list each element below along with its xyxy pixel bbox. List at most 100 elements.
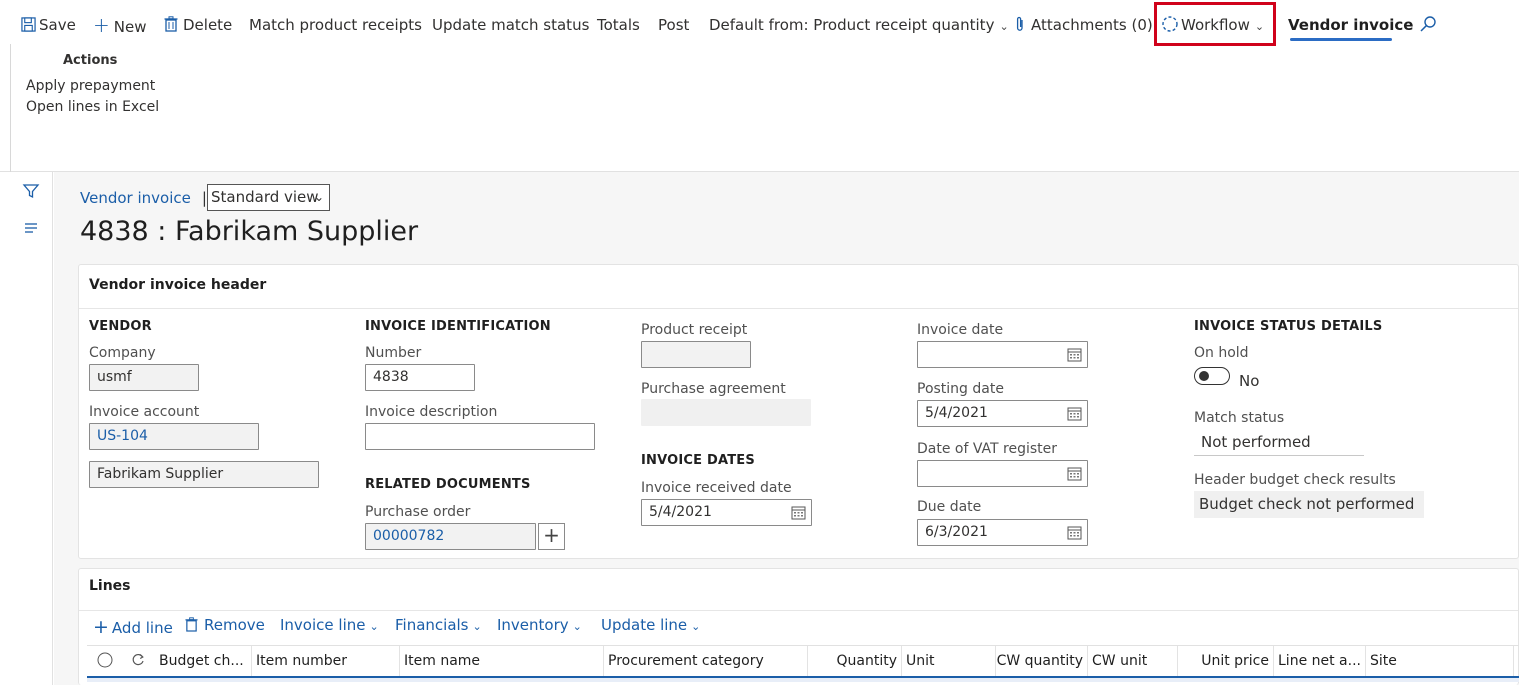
attachments-button[interactable]: Attachments (0) [1015,2,1153,48]
calendar-icon[interactable] [1067,347,1082,362]
page-title: 4838 : Fabrikam Supplier [80,216,419,247]
invoice-account-value[interactable]: US-104 [97,428,148,444]
on-hold-toggle[interactable] [1194,367,1230,385]
invoice-line-label: Invoice line [280,616,366,634]
default-from-dropdown[interactable]: Default from: Product receipt quantity ⌄ [709,2,1009,48]
due-date-field[interactable]: 6/3/2021 [917,519,1088,546]
calendar-icon[interactable] [1067,525,1082,540]
invoice-received-date-field[interactable]: 5/4/2021 [641,499,812,526]
column-unit[interactable]: Unit [902,646,996,677]
add-purchase-order-button[interactable]: + [538,523,565,550]
chevron-down-icon: ⌄ [999,20,1009,33]
column-cw-quantity[interactable]: CW quantity [996,646,1088,677]
actions-group-title: Actions [63,53,118,68]
chevron-down-icon: ⌄ [313,190,324,204]
delete-button[interactable]: Delete [164,2,232,48]
inventory-menu[interactable]: Inventory ⌄ [497,616,582,634]
column-quantity[interactable]: Quantity [808,646,902,677]
add-line-label: Add line [111,619,173,637]
vat-register-date-field[interactable] [917,460,1088,487]
save-icon [21,17,36,32]
header-budget-check-label: Header budget check results [1194,472,1396,488]
view-selector[interactable]: Standard view ⌄ [207,184,330,211]
add-line-button[interactable]: + Add line [93,616,173,638]
left-rail [10,172,53,685]
column-site[interactable]: Site [1366,646,1514,677]
column-unit-price[interactable]: Unit price [1178,646,1274,677]
totals-button[interactable]: Totals [597,2,640,48]
tab-vendor-invoice[interactable]: Vendor invoice [1288,2,1413,48]
remove-button[interactable]: Remove [185,616,265,634]
number-label: Number [365,345,422,361]
page-area: Vendor invoice | Standard view ⌄ 4838 : Fa… [54,172,1519,685]
post-button[interactable]: Post [658,2,689,48]
invoice-description-field[interactable] [365,423,595,450]
purchase-order-value[interactable]: 00000782 [373,528,444,544]
invoice-line-menu[interactable]: Invoice line ⌄ [280,616,379,634]
purchase-order-field[interactable]: 00000782 [365,523,536,550]
invoice-identification-title: INVOICE IDENTIFICATION [365,319,551,334]
plus-icon: + [93,616,109,638]
due-date-value: 6/3/2021 [925,524,988,540]
posting-date-field[interactable]: 5/4/2021 [917,400,1088,427]
card-divider [79,610,1518,611]
workflow-highlight [1154,2,1276,46]
purchase-agreement-field[interactable] [641,399,811,426]
match-product-receipts-button[interactable]: Match product receipts [249,2,422,48]
invoice-account-field[interactable]: US-104 [89,423,259,450]
inventory-label: Inventory [497,616,569,634]
calendar-icon[interactable] [791,505,806,520]
column-budget-check[interactable]: Budget ch... [155,646,252,677]
trash-icon [164,16,178,32]
paperclip-icon [1016,16,1023,31]
invoice-description-label: Invoice description [365,404,498,420]
lines-card-title[interactable]: Lines [89,578,131,594]
column-cw-unit[interactable]: CW unit [1088,646,1178,677]
new-button[interactable]: + New [93,2,146,48]
purchase-order-label: Purchase order [365,504,471,520]
invoice-status-details-title: INVOICE STATUS DETAILS [1194,319,1383,334]
column-procurement-category[interactable]: Procurement category [604,646,808,677]
vendor-section-title: VENDOR [89,319,152,334]
product-receipt-field[interactable] [641,341,751,368]
plus-icon: + [93,13,110,37]
open-lines-in-excel-button[interactable]: Open lines in Excel [26,97,159,118]
calendar-icon[interactable] [1067,466,1082,481]
column-item-number[interactable]: Item number [252,646,400,677]
apply-prepayment-button[interactable]: Apply prepayment [26,76,159,97]
number-field[interactable]: 4838 [365,364,475,391]
breadcrumb: Vendor invoice | [80,186,216,210]
company-field[interactable]: usmf [89,364,199,391]
search-icon[interactable] [1418,14,1438,34]
chevron-down-icon: ⌄ [472,620,482,633]
company-value: usmf [97,369,132,385]
financials-menu[interactable]: Financials ⌄ [395,616,482,634]
save-button[interactable]: Save [21,2,76,48]
match-status-value: Not performed [1194,429,1364,456]
invoice-account-label: Invoice account [89,404,200,420]
invoice-date-label: Invoice date [917,322,1004,338]
on-hold-value: No [1239,372,1260,390]
refresh-icon [132,653,144,666]
column-item-name[interactable]: Item name [400,646,604,677]
update-match-status-button[interactable]: Update match status [432,2,589,48]
column-line-net-amount[interactable]: Line net a... [1274,646,1366,677]
related-documents-title: RELATED DOCUMENTS [365,477,531,492]
breadcrumb-vendor-invoice-link[interactable]: Vendor invoice [80,189,191,207]
delete-label: Delete [183,16,233,34]
list-icon[interactable] [22,219,40,237]
invoice-date-field[interactable] [917,341,1088,368]
refresh-column[interactable] [121,646,155,677]
filter-icon[interactable] [22,182,40,200]
posting-date-value: 5/4/2021 [925,405,988,421]
on-hold-label: On hold [1194,345,1249,361]
header-card-title[interactable]: Vendor invoice header [89,277,266,293]
vendor-name-value: Fabrikam Supplier [97,466,224,482]
invoice-received-date-value: 5/4/2021 [649,504,712,520]
chevron-down-icon: ⌄ [572,620,582,633]
vendor-name-field[interactable]: Fabrikam Supplier [89,461,319,488]
select-all-checkbox[interactable] [87,646,121,677]
update-line-menu[interactable]: Update line ⌄ [601,616,700,634]
lines-grid-header: Budget ch... Item number Item name Procu… [87,645,1519,677]
calendar-icon[interactable] [1067,406,1082,421]
